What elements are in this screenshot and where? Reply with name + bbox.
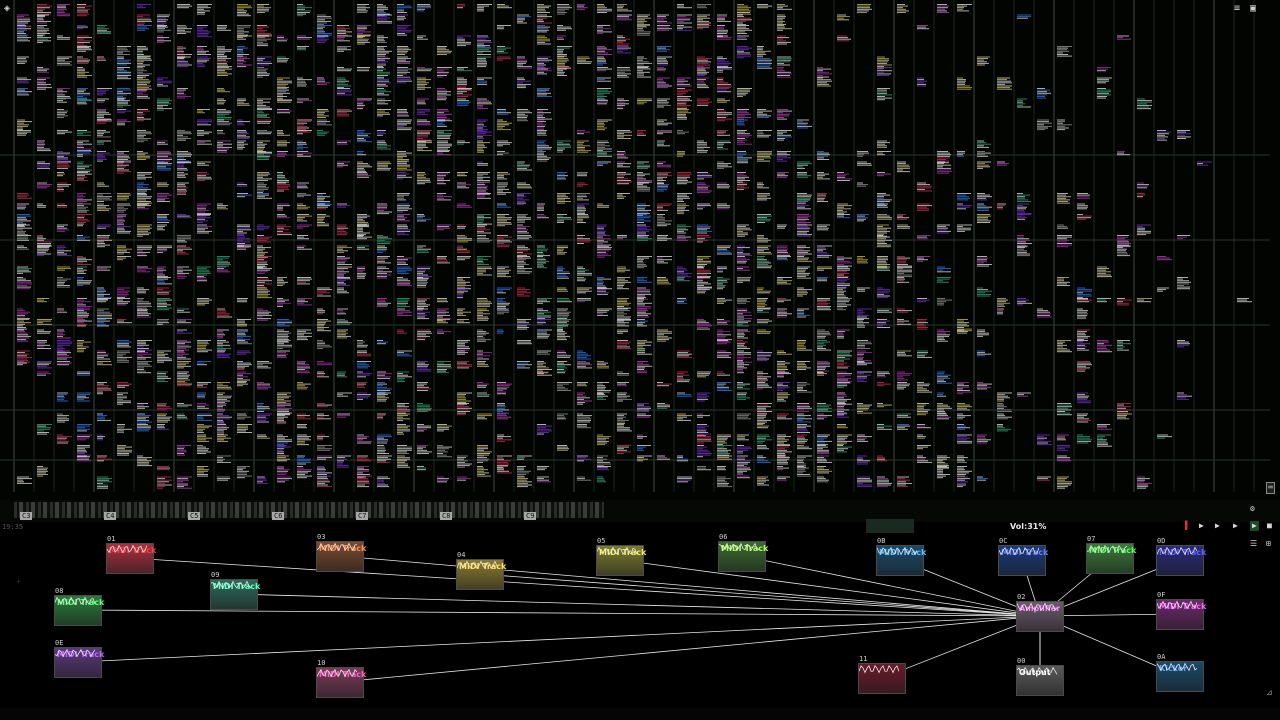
module-id: 02: [1017, 593, 1026, 601]
keyboard-toggle-icon[interactable]: ⌨: [1266, 482, 1275, 494]
module-11[interactable]: 11: [858, 655, 906, 694]
waveform-icon: [211, 580, 251, 590]
waveform-icon: [1157, 662, 1197, 672]
module-01[interactable]: 01 MIDI Track: [106, 535, 156, 574]
play-pattern-icon[interactable]: ▶: [1233, 521, 1238, 531]
waveform-icon: [457, 560, 497, 570]
module-03[interactable]: 03 MIDI Track: [316, 533, 366, 572]
crosshair-icon: +: [16, 577, 21, 586]
octave-label: C6: [272, 512, 285, 520]
waveform-icon: [999, 546, 1039, 556]
lock-icon[interactable]: ▣: [1250, 4, 1256, 14]
waveform-icon: [877, 546, 917, 556]
waveform-icon: [55, 596, 95, 606]
waveform-icon: [859, 664, 899, 674]
module-00[interactable]: 00 Output: [1016, 657, 1064, 696]
module-id: 07: [1087, 535, 1096, 543]
octave-label: C9: [524, 512, 537, 520]
waveform-icon: [597, 546, 637, 556]
piano-keys[interactable]: [14, 502, 604, 518]
module-09[interactable]: 09 MIDI Track: [210, 571, 260, 610]
module-id: 0C: [999, 537, 1008, 545]
waveform-icon: [317, 542, 357, 552]
module-view[interactable]: 01 MIDI Track 03 MIDI Track 04 MIDI Track 05 MI…: [0, 533, 1280, 708]
stop-icon[interactable]: ■: [1267, 521, 1272, 531]
module-id: 01: [107, 535, 116, 543]
module-id: 06: [719, 533, 728, 541]
waveform-icon: [55, 648, 95, 658]
module-0C[interactable]: 0C MIDI Track: [998, 537, 1048, 576]
waveform-icon: [1087, 544, 1127, 554]
module-id: 0B: [877, 537, 886, 545]
waveform-icon: [1157, 600, 1197, 610]
waveform-icon: [1157, 546, 1197, 556]
octave-label: C3: [20, 512, 33, 520]
volume-readout[interactable]: Vol:31%: [1010, 522, 1046, 531]
module-id: 10: [317, 659, 326, 667]
module-0B[interactable]: 0B MIDI Track: [876, 537, 926, 576]
hamburger-menu-icon[interactable]: ≡: [1234, 4, 1240, 14]
pattern-grid[interactable]: [0, 0, 1280, 500]
module-0F[interactable]: 0F MIDI Track: [1156, 591, 1206, 630]
status-bar: 19:35 Vol:31% ▌ ▶ ▶ ▶ ▶ ■: [0, 521, 1280, 533]
module-id: 04: [457, 551, 466, 559]
module-08[interactable]: 08 MIDI Track: [54, 587, 104, 626]
settings-icon[interactable]: ⚙: [1250, 504, 1255, 514]
octave-label: C8: [440, 512, 453, 520]
sunvox-logo-icon[interactable]: ◈: [4, 4, 10, 14]
waveform-icon: [1017, 666, 1057, 676]
module-02[interactable]: 02 Amplifier: [1016, 593, 1064, 632]
module-05[interactable]: 05 MIDI Track: [596, 537, 646, 576]
module-id: 0D: [1157, 537, 1166, 545]
record-icon[interactable]: ▌: [1185, 521, 1190, 531]
piano-keyboard[interactable]: C3 C4 C5 C6 C7 C8 C9 ⚙ ⌨: [0, 482, 1280, 522]
clock-time: 19:35: [2, 523, 24, 531]
octave-label: C4: [104, 512, 117, 520]
view-grid-icon[interactable]: ⊞: [1266, 539, 1271, 549]
waveform-icon: [317, 668, 357, 678]
module-id: 00: [1017, 657, 1026, 665]
loop-icon[interactable]: ▶: [1250, 521, 1259, 531]
view-list-icon[interactable]: ☰: [1250, 539, 1257, 549]
module-id: 08: [55, 587, 64, 595]
bottom-bar: ⊿: [0, 688, 1280, 720]
octave-label: C7: [356, 512, 369, 520]
module-id: 03: [317, 533, 326, 541]
play-icon[interactable]: ▶: [1215, 521, 1220, 531]
module-id: 05: [597, 537, 606, 545]
octave-label: C5: [188, 512, 201, 520]
module-id: 0E: [55, 639, 64, 647]
resize-handle-icon[interactable]: ⊿: [1266, 688, 1273, 697]
pattern-timeline[interactable]: ◈ ≡ ▣: [0, 0, 1280, 500]
waveform-icon: [1017, 602, 1057, 612]
waveform-icon: [107, 544, 147, 554]
module-04[interactable]: 04 MIDI Track: [456, 551, 506, 590]
waveform-icon: [719, 542, 759, 552]
module-0D[interactable]: 0D MIDI Track: [1156, 537, 1206, 576]
module-10[interactable]: 10 MIDI Track: [316, 659, 366, 698]
module-id: 0F: [1157, 591, 1166, 599]
play-from-start-icon[interactable]: ▶: [1199, 521, 1204, 531]
module-id: 09: [211, 571, 220, 579]
module-id: 11: [859, 655, 868, 663]
module-06[interactable]: 06 MIDI Track: [718, 533, 768, 572]
module-0A[interactable]: 0A Kicker: [1156, 653, 1204, 692]
module-id: 0A: [1157, 653, 1166, 661]
module-07[interactable]: 07 MIDI Track: [1086, 535, 1136, 574]
module-0E[interactable]: 0E MIDI Track: [54, 639, 104, 678]
